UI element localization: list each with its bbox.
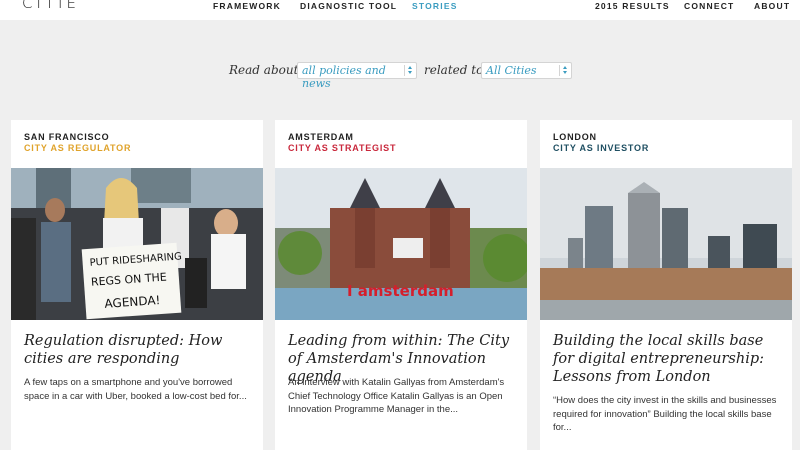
story-card-san-francisco[interactable]: SAN FRANCISCO CITY AS REGULATOR PUT RIDE… — [11, 120, 263, 450]
card-excerpt: An interview with Katalin Gallyas from A… — [288, 377, 505, 415]
card-role: CITY AS REGULATOR — [24, 143, 132, 153]
story-photo-rijksmuseum[interactable]: I amsterdam — [275, 168, 527, 320]
card-role: CITY AS STRATEGIST — [288, 143, 397, 153]
topic-select[interactable]: all policies and news — [297, 62, 417, 90]
card-title[interactable]: Regulation disrupted: How cities are res… — [24, 332, 256, 368]
city-select-value: All Cities — [486, 64, 537, 77]
i-amsterdam-letters: I amsterdam — [347, 282, 454, 300]
site-logo[interactable]: CITIE — [22, 0, 80, 12]
filter-related-to-label: related to — [424, 63, 484, 77]
story-card-london[interactable]: LONDON CITY AS INVESTOR Building the loc… — [540, 120, 792, 450]
nav-2015-results[interactable]: 2015 RESULTS — [595, 1, 670, 11]
nav-about[interactable]: ABOUT — [754, 1, 790, 11]
topic-select-value: all policies and news — [302, 64, 386, 90]
select-arrows-icon — [559, 65, 569, 76]
nav-stories[interactable]: STORIES — [412, 1, 458, 11]
nav-connect[interactable]: CONNECT — [684, 1, 734, 11]
select-arrows-icon — [404, 65, 414, 76]
story-photo-protest[interactable]: PUT RIDESHARING REGS ON THE AGENDA! — [11, 168, 263, 320]
nav-framework[interactable]: FRAMEWORK — [213, 1, 281, 11]
card-title[interactable]: Building the local skills base for digit… — [553, 332, 785, 386]
card-role: CITY AS INVESTOR — [553, 143, 650, 153]
story-card-amsterdam[interactable]: AMSTERDAM CITY AS STRATEGIST I amsterdam… — [275, 120, 527, 450]
card-city: AMSTERDAM — [288, 132, 354, 142]
filter-read-about-label: Read about — [229, 63, 299, 77]
card-excerpt: “How does the city invest in the skills … — [553, 395, 777, 433]
card-city: LONDON — [553, 132, 597, 142]
card-city: SAN FRANCISCO — [24, 132, 110, 142]
city-select[interactable]: All Cities — [481, 62, 572, 79]
top-nav-bar: CITIE FRAMEWORK DIAGNOSTIC TOOL STORIES … — [0, 0, 800, 20]
nav-diagnostic-tool[interactable]: DIAGNOSTIC TOOL — [300, 1, 397, 11]
story-photo-canary-wharf[interactable] — [540, 168, 792, 320]
card-excerpt: A few taps on a smartphone and you've bo… — [24, 377, 247, 402]
